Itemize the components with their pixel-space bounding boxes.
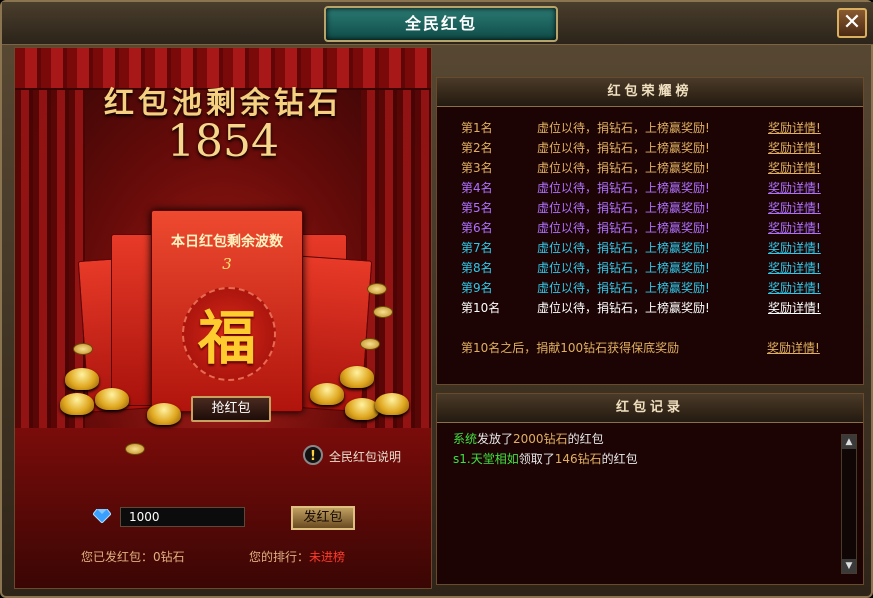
rank-value: 未进榜 <box>309 550 346 564</box>
gold-ingot-icon <box>60 393 94 415</box>
log-verb: 领取了 <box>518 452 555 466</box>
rank-label: 第9名 <box>461 281 493 295</box>
rank-label: 您的排行： <box>249 550 310 564</box>
log-suffix: 的红包 <box>567 432 604 446</box>
rank-entry-text: 虚位以待，捐钻石，上榜赢奖励! <box>537 201 710 215</box>
log-amount: 146钻石 <box>554 452 602 466</box>
reward-details-link[interactable]: 奖励详情! <box>768 278 821 298</box>
rank-label: 第7名 <box>461 241 493 255</box>
leaderboard-row: 第7名 虚位以待，捐钻石，上榜赢奖励! 奖励详情! <box>461 238 841 258</box>
rank-label: 第3名 <box>461 161 493 175</box>
rank-entry-text: 虚位以待，捐钻石，上榜赢奖励! <box>537 261 710 275</box>
scroll-up-icon[interactable]: ▲ <box>842 435 856 449</box>
guarantee-reward-text: 第10名之后，捐献100钻石获得保底奖励 <box>461 341 680 355</box>
rank-entry-text: 虚位以待，捐钻石，上榜赢奖励! <box>537 161 710 175</box>
log-title: 红包记录 <box>437 394 863 423</box>
fu-character: 福 <box>197 304 256 372</box>
rank-entry-text: 虚位以待，捐钻石，上榜赢奖励! <box>537 221 710 235</box>
gold-ingot-icon <box>375 393 409 415</box>
guarantee-reward-link[interactable]: 奖励详情! <box>767 339 820 356</box>
log-suffix: 的红包 <box>601 452 638 466</box>
my-rank: 您的排行：未进榜 <box>249 548 345 565</box>
rank-entry-text: 虚位以待，捐钻石，上榜赢奖励! <box>537 301 710 315</box>
reward-details-link[interactable]: 奖励详情! <box>768 178 821 198</box>
reward-details-link[interactable]: 奖励详情! <box>768 258 821 278</box>
scroll-down-icon[interactable]: ▼ <box>842 559 856 573</box>
reward-details-link[interactable]: 奖励详情! <box>768 218 821 238</box>
coin-icon <box>360 338 380 350</box>
rank-entry-text: 虚位以待，捐钻石，上榜赢奖励! <box>537 241 710 255</box>
gold-ingot-icon <box>345 398 379 420</box>
red-packet-stage: 红包池剩余钻石 1854 本日红包剩余波数 3 福 抢红包 ! 全民红包说明 1… <box>14 47 432 589</box>
leaderboard-row: 第6名 虚位以待，捐钻石，上榜赢奖励! 奖励详情! <box>461 218 841 238</box>
gold-ingot-icon <box>310 383 344 405</box>
coin-icon <box>373 306 393 318</box>
rank-label: 第2名 <box>461 141 493 155</box>
log-scrollbar[interactable]: ▲ ▼ <box>841 434 857 574</box>
sent-amount: 您已发红包：0钻石 <box>81 548 185 565</box>
leaderboard-panel: 红包荣耀榜 第1名 虚位以待，捐钻石，上榜赢奖励! 奖励详情! 第2名 虚位以待，捐钻石… <box>436 77 864 385</box>
send-red-packet-button[interactable]: 发红包 <box>291 506 355 530</box>
gold-ingot-icon <box>95 388 129 410</box>
rank-label: 第5名 <box>461 201 493 215</box>
coin-icon <box>367 283 387 295</box>
rank-entry-text: 虚位以待，捐钻石，上榜赢奖励! <box>537 121 710 135</box>
rank-label: 第1名 <box>461 121 493 135</box>
dialog-window: 全民红包 ✕ 红包池剩余钻石 1854 本日红包剩余波数 3 福 抢红包 ! 全… <box>0 0 873 598</box>
rank-label: 第6名 <box>461 221 493 235</box>
rank-entry-text: 虚位以待，捐钻石，上榜赢奖励! <box>537 181 710 195</box>
log-entry: 系统发放了2000钻石的红包 <box>453 430 604 447</box>
leaderboard-row: 第9名 虚位以待，捐钻石，上榜赢奖励! 奖励详情! <box>461 278 841 298</box>
leaderboard-row: 第2名 虚位以待，捐钻石，上榜赢奖励! 奖励详情! <box>461 138 841 158</box>
log-entry: s1.天堂相如领取了146钻石的红包 <box>453 450 638 467</box>
red-packet-help-link[interactable]: 全民红包说明 <box>329 448 401 465</box>
log-actor: 系统 <box>453 432 478 446</box>
rank-entry-text: 虚位以待，捐钻石，上榜赢奖励! <box>537 281 710 295</box>
gold-ingot-icon <box>65 368 99 390</box>
reward-details-link[interactable]: 奖励详情! <box>768 158 821 178</box>
rank-label: 第8名 <box>461 261 493 275</box>
leaderboard-row: 第5名 虚位以待，捐钻石，上榜赢奖励! 奖励详情! <box>461 198 841 218</box>
log-amount: 2000钻石 <box>513 432 568 446</box>
log-verb: 发放了 <box>477 432 514 446</box>
reward-details-link[interactable]: 奖励详情! <box>768 298 821 318</box>
coin-icon <box>73 343 93 355</box>
close-icon: ✕ <box>842 10 862 35</box>
diamond-amount-input[interactable] <box>120 507 245 527</box>
reward-details-link[interactable]: 奖励详情! <box>768 118 821 138</box>
exclamation-icon[interactable]: ! <box>303 445 323 465</box>
sent-value: 0钻石 <box>153 550 185 564</box>
rank-label: 第4名 <box>461 181 493 195</box>
leaderboard-row: 第4名 虚位以待，捐钻石，上榜赢奖励! 奖励详情! <box>461 178 841 198</box>
title-bar[interactable]: 全民红包 ✕ <box>2 2 873 45</box>
main-red-envelope[interactable]: 本日红包剩余波数 3 福 <box>151 210 303 412</box>
envelope-count: 3 <box>222 255 232 273</box>
reward-details-link[interactable]: 奖励详情! <box>768 238 821 258</box>
log-actor: s1.天堂相如 <box>453 452 519 466</box>
rank-label: 第10名 <box>461 301 501 315</box>
reward-details-link[interactable]: 奖励详情! <box>768 198 821 218</box>
red-packet-log-panel: 红包记录 系统发放了2000钻石的红包 s1.天堂相如领取了146钻石的红包 ▲… <box>436 393 864 585</box>
reward-details-link[interactable]: 奖励详情! <box>768 138 821 158</box>
sent-label: 您已发红包： <box>81 550 154 564</box>
gold-ingot-icon <box>340 366 374 388</box>
pool-amount: 1854 <box>167 116 279 167</box>
rank-entry-text: 虚位以待，捐钻石，上榜赢奖励! <box>537 141 710 155</box>
grab-red-packet-button[interactable]: 抢红包 <box>191 396 271 422</box>
coin-icon <box>125 443 145 455</box>
leaderboard-row: 第10名 虚位以待，捐钻石，上榜赢奖励! 奖励详情! <box>461 298 841 318</box>
window-title: 全民红包 <box>324 6 558 42</box>
close-button[interactable]: ✕ <box>837 8 867 38</box>
envelope-label: 本日红包剩余波数 <box>171 234 283 250</box>
diamond-icon <box>93 509 111 523</box>
leaderboard-row: 第3名 虚位以待，捐钻石，上榜赢奖励! 奖励详情! <box>461 158 841 178</box>
leaderboard-row: 第1名 虚位以待，捐钻石，上榜赢奖励! 奖励详情! <box>461 118 841 138</box>
gold-ingot-icon <box>147 403 181 425</box>
leaderboard-title: 红包荣耀榜 <box>437 78 863 107</box>
leaderboard-row: 第8名 虚位以待，捐钻石，上榜赢奖励! 奖励详情! <box>461 258 841 278</box>
